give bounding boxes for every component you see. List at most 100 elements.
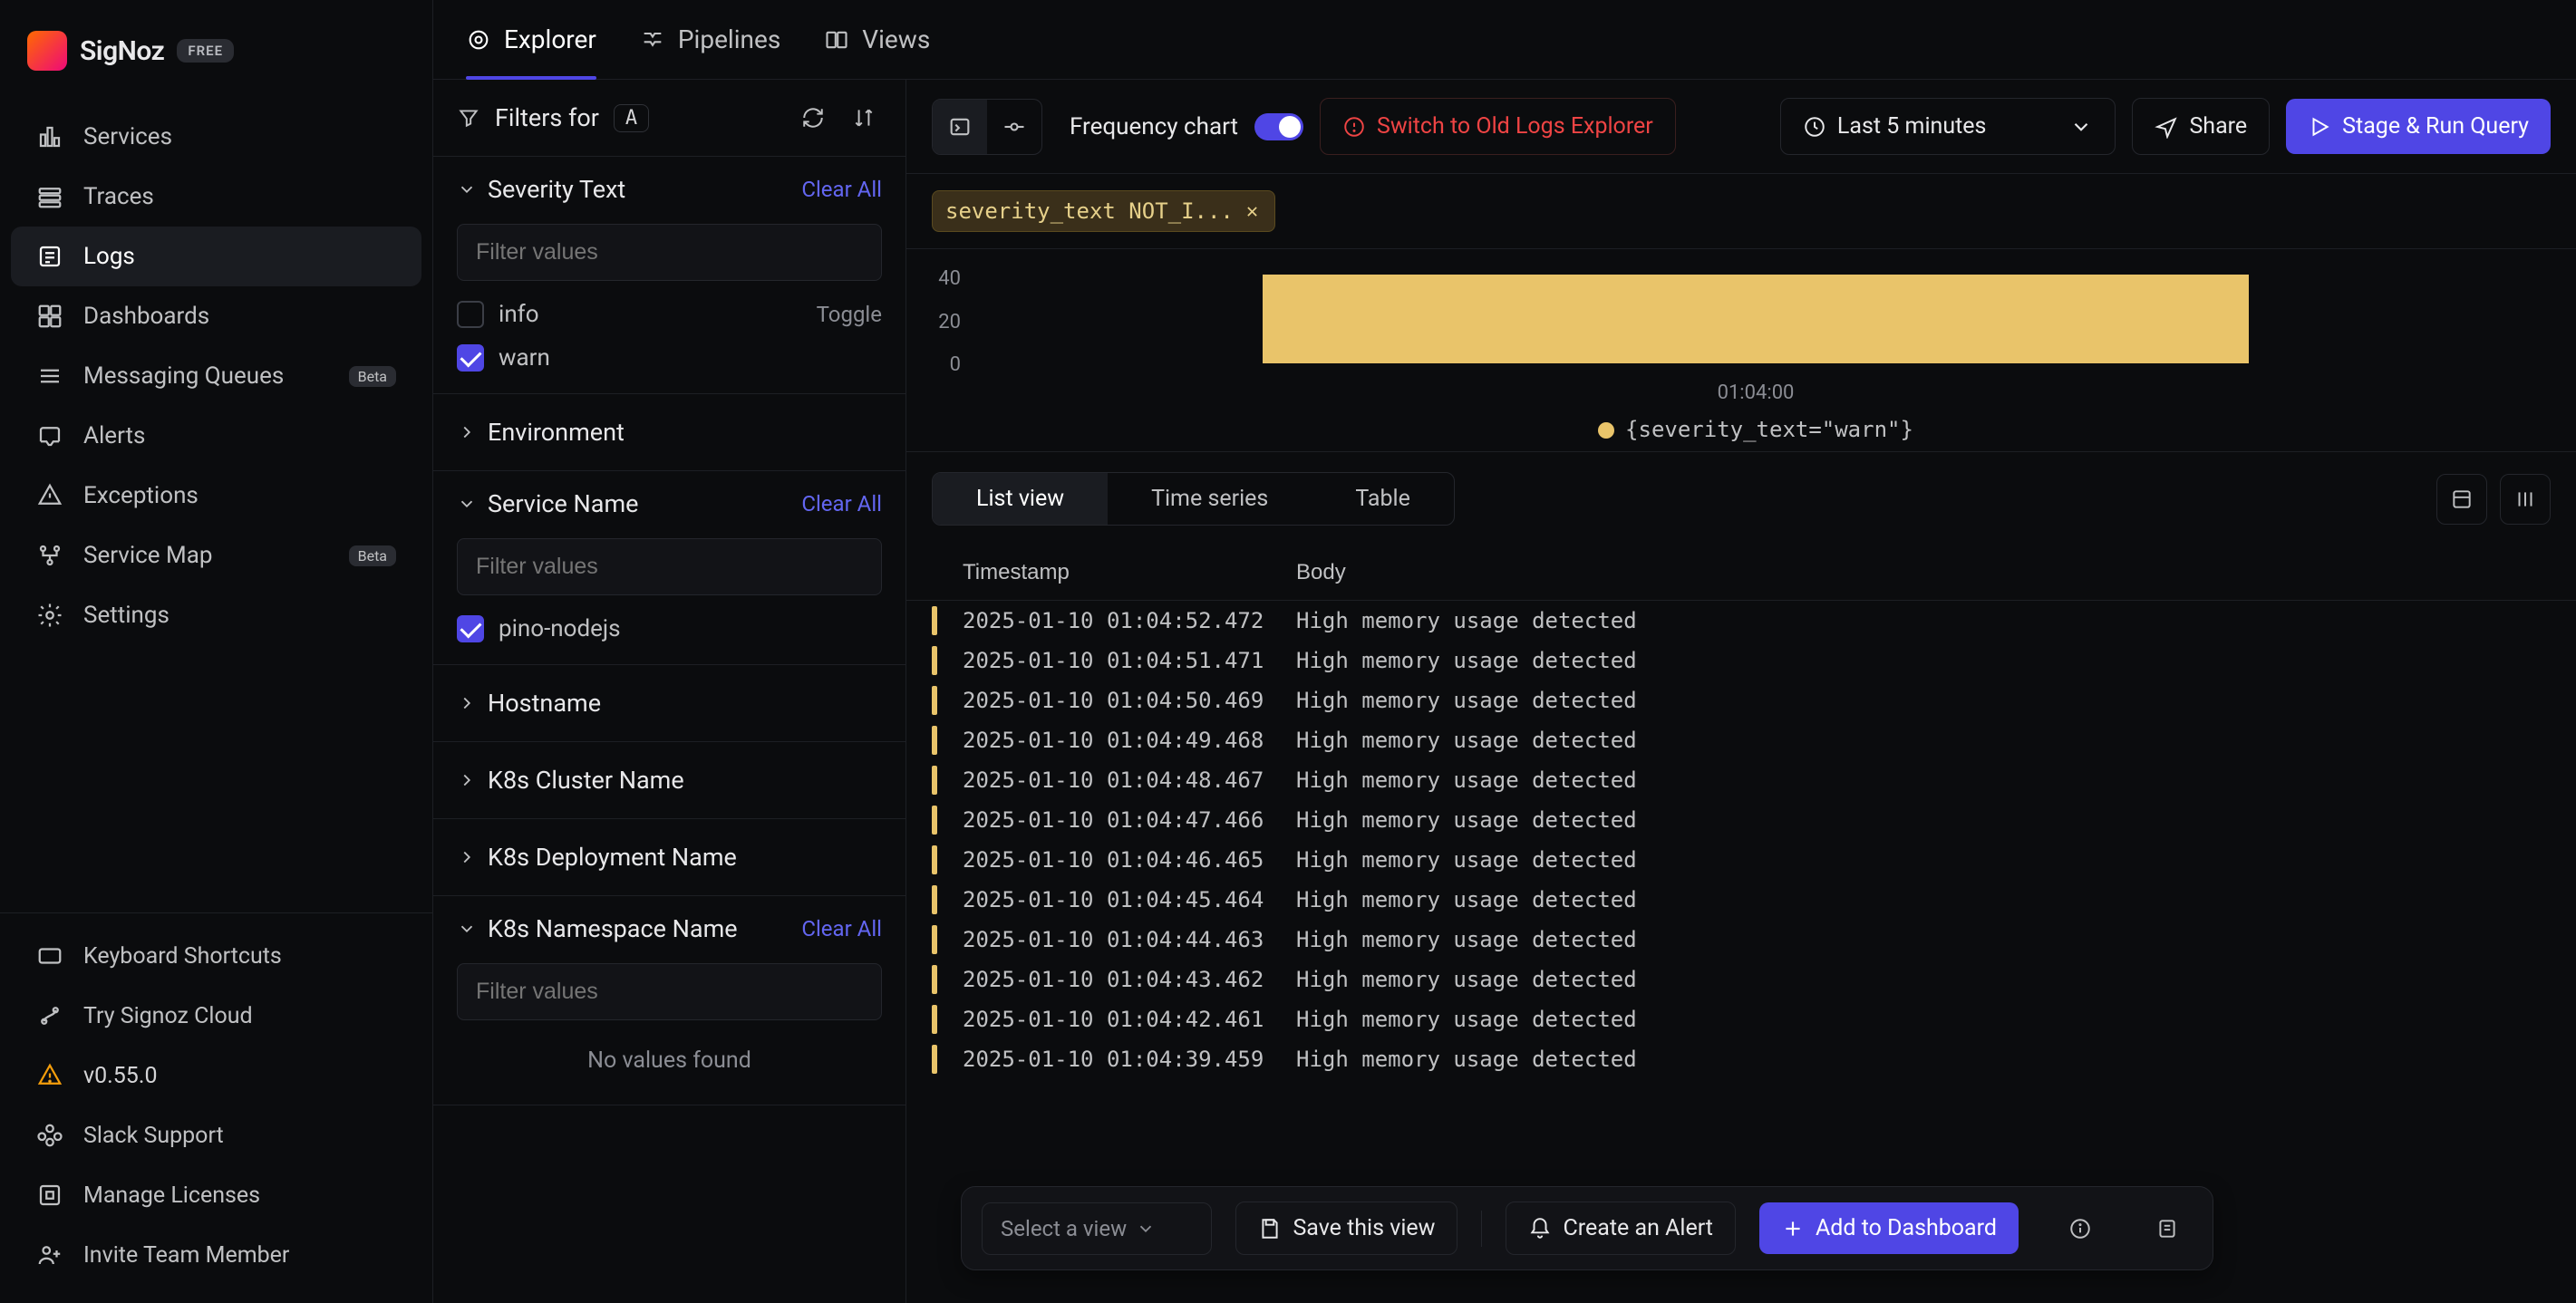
info-button[interactable]	[2055, 1203, 2106, 1254]
facet-hostname: Hostname	[433, 665, 905, 742]
main: ExplorerPipelinesViews Filters for A Sev…	[433, 0, 2576, 1303]
log-row[interactable]: 2025-01-10 01:04:39.459High memory usage…	[906, 1039, 2576, 1079]
sidebar-item-label: Invite Team Member	[83, 1242, 289, 1269]
columns-options-button[interactable]	[2500, 474, 2551, 525]
log-row[interactable]: 2025-01-10 01:04:49.468High memory usage…	[906, 720, 2576, 760]
view-tabs: List viewTime seriesTable	[932, 472, 1455, 526]
sidebar-item-label: Slack Support	[83, 1123, 224, 1149]
clear-all-service[interactable]: Clear All	[801, 491, 882, 516]
format-options-button[interactable]	[2436, 474, 2487, 525]
facet-head-k8s-cluster[interactable]: K8s Cluster Name	[457, 766, 882, 795]
save-view-button[interactable]: Save this view	[1235, 1202, 1457, 1255]
checkbox[interactable]	[457, 344, 484, 372]
view-tab-list-view[interactable]: List view	[933, 473, 1108, 525]
sidebar-item-dashboards[interactable]: Dashboards	[11, 286, 421, 346]
sidebar-item-logs[interactable]: Logs	[11, 227, 421, 286]
download-button[interactable]	[2142, 1203, 2193, 1254]
cell-body: High memory usage detected	[1296, 688, 2551, 713]
create-alert-button[interactable]: Create an Alert	[1506, 1202, 1736, 1255]
facet-head-severity-text[interactable]: Severity Text Clear All	[457, 175, 882, 204]
sidebar-item-service-map[interactable]: Service MapBeta	[11, 526, 421, 585]
chevron-down-icon	[2069, 115, 2093, 139]
severity-indicator	[932, 686, 937, 715]
facet-head-environment[interactable]: Environment	[457, 418, 882, 447]
log-row[interactable]: 2025-01-10 01:04:43.462High memory usage…	[906, 960, 2576, 999]
sidebar-bottom-manage-licenses[interactable]: Manage Licenses	[11, 1165, 421, 1225]
chevron-down-icon	[457, 179, 477, 199]
checkbox[interactable]	[457, 615, 484, 642]
frequency-chart-toggle: Frequency chart	[1070, 113, 1303, 140]
time-range-picker[interactable]: Last 5 minutes	[1780, 98, 2116, 155]
bell-icon	[1528, 1217, 1552, 1240]
clear-all-severity[interactable]: Clear All	[801, 177, 882, 202]
filter-values-input-severity[interactable]	[457, 224, 882, 281]
sort-filters-button[interactable]	[846, 100, 882, 136]
facet-head-k8s-namespace[interactable]: K8s Namespace Name Clear All	[457, 914, 882, 943]
filter-values-input-namespace[interactable]	[457, 963, 882, 1020]
raw-mode-button[interactable]	[987, 100, 1041, 154]
sidebar-bottom-v0-55-0[interactable]: v0.55.0	[11, 1046, 421, 1105]
sidebar-collapse-icon[interactable]	[378, 34, 405, 67]
toggle-only-button[interactable]: Toggle	[817, 302, 882, 327]
log-row[interactable]: 2025-01-10 01:04:45.464High memory usage…	[906, 880, 2576, 920]
remove-chip-icon[interactable]: ✕	[1243, 200, 1262, 223]
view-tab-table[interactable]: Table	[1312, 473, 1454, 525]
frequency-chart-label: Frequency chart	[1070, 113, 1238, 140]
chevron-right-icon	[457, 422, 477, 442]
log-row[interactable]: 2025-01-10 01:04:44.463High memory usage…	[906, 920, 2576, 960]
facet-head-hostname[interactable]: Hostname	[457, 689, 882, 718]
share-button[interactable]: Share	[2132, 98, 2270, 155]
facet-k8s-cluster: K8s Cluster Name	[433, 742, 905, 819]
sidebar-item-label: Try Signoz Cloud	[83, 1003, 253, 1029]
sidebar-bottom-keyboard-shortcuts[interactable]: Keyboard Shortcuts	[11, 926, 421, 986]
sidebar-item-settings[interactable]: Settings	[11, 585, 421, 645]
log-row[interactable]: 2025-01-10 01:04:52.472High memory usage…	[906, 601, 2576, 641]
cell-timestamp: 2025-01-10 01:04:45.464	[963, 887, 1271, 912]
tab-explorer[interactable]: Explorer	[466, 0, 596, 79]
chart-bar[interactable]	[1263, 275, 2248, 363]
refresh-filters-button[interactable]	[795, 100, 831, 136]
sidebar-bottom-invite-team-member[interactable]: Invite Team Member	[11, 1225, 421, 1285]
log-row[interactable]: 2025-01-10 01:04:47.466High memory usage…	[906, 800, 2576, 840]
filter-chip[interactable]: severity_text NOT_I... ✕	[932, 190, 1275, 232]
facet-head-k8s-deployment[interactable]: K8s Deployment Name	[457, 843, 882, 872]
severity-indicator	[932, 925, 937, 954]
sidebar-item-services[interactable]: Services	[11, 107, 421, 167]
sidebar-bottom-try-signoz-cloud[interactable]: Try Signoz Cloud	[11, 986, 421, 1046]
log-row[interactable]: 2025-01-10 01:04:51.471High memory usage…	[906, 641, 2576, 680]
cell-body: High memory usage detected	[1296, 807, 2551, 833]
checkbox[interactable]	[457, 301, 484, 328]
sidebar-item-messaging-queues[interactable]: Messaging QueuesBeta	[11, 346, 421, 406]
clock-icon	[1803, 115, 1826, 139]
sidebar-bottom-slack-support[interactable]: Slack Support	[11, 1105, 421, 1165]
severity-indicator	[932, 885, 937, 914]
sidebar-item-traces[interactable]: Traces	[11, 167, 421, 227]
log-row[interactable]: 2025-01-10 01:04:50.469High memory usage…	[906, 680, 2576, 720]
tab-label: Explorer	[504, 24, 596, 54]
filter-values-input-service[interactable]	[457, 538, 882, 595]
chevron-right-icon	[457, 770, 477, 790]
log-row[interactable]: 2025-01-10 01:04:46.465High memory usage…	[906, 840, 2576, 880]
switch-old-logs-button[interactable]: Switch to Old Logs Explorer	[1320, 98, 1676, 155]
clear-all-namespace[interactable]: Clear All	[801, 916, 882, 941]
log-row[interactable]: 2025-01-10 01:04:48.467High memory usage…	[906, 760, 2576, 800]
view-tab-time-series[interactable]: Time series	[1108, 473, 1312, 525]
builder-mode-button[interactable]	[933, 100, 987, 154]
log-row[interactable]: 2025-01-10 01:04:42.461High memory usage…	[906, 999, 2576, 1039]
sidebar-item-label: Logs	[83, 243, 135, 270]
tab-views[interactable]: Views	[824, 0, 930, 79]
sidebar-item-label: Exceptions	[83, 482, 199, 509]
sidebar-item-alerts[interactable]: Alerts	[11, 406, 421, 466]
nav-icon	[36, 362, 63, 390]
facet-head-service-name[interactable]: Service Name Clear All	[457, 489, 882, 518]
sidebar-item-label: Messaging Queues	[83, 362, 284, 390]
add-to-dashboard-button[interactable]: Add to Dashboard	[1759, 1202, 2019, 1254]
floating-action-bar: Select a view Save this view Create an A…	[961, 1186, 2213, 1270]
frequency-toggle[interactable]	[1254, 113, 1303, 140]
select-view-dropdown[interactable]: Select a view	[982, 1202, 1212, 1255]
sidebar-item-exceptions[interactable]: Exceptions	[11, 466, 421, 526]
sidebar: SigNoz FREE ServicesTracesLogsDashboards…	[0, 0, 433, 1303]
run-query-button[interactable]: Stage & Run Query	[2286, 99, 2551, 154]
severity-indicator	[932, 1005, 937, 1034]
tab-pipelines[interactable]: Pipelines	[640, 0, 780, 79]
